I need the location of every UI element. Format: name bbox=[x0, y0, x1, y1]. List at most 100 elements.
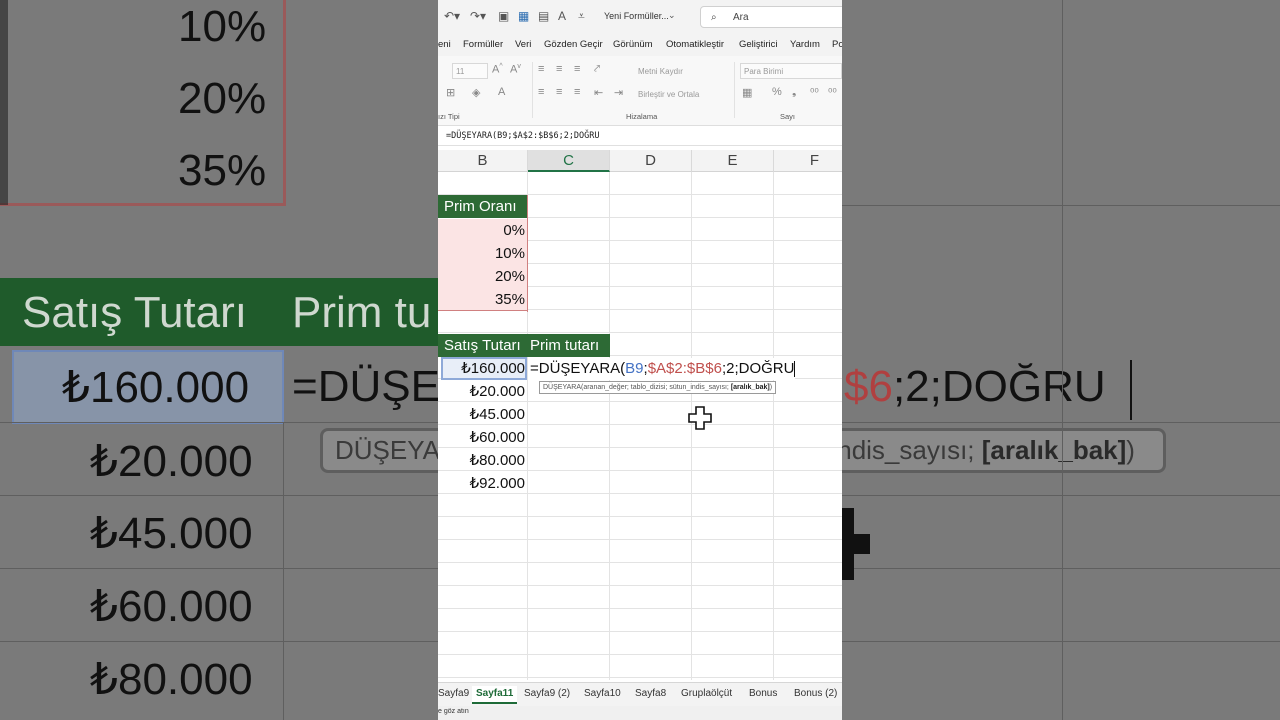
zoomed-background-left: 10% 20% 35% Satış Tutarı Prim tu ₺160.00… bbox=[0, 0, 438, 720]
tab-home[interactable]: eni bbox=[438, 39, 451, 50]
column-header-b[interactable]: B bbox=[438, 150, 528, 172]
align-middle-icon[interactable]: ≡ bbox=[556, 63, 562, 75]
workbook-title[interactable]: Yeni Formüller... bbox=[604, 11, 669, 21]
table-row[interactable]: ₺60.000 bbox=[438, 426, 528, 449]
number-format-value: Para Birimi bbox=[744, 67, 784, 76]
borders-icon[interactable]: ⊞ bbox=[446, 86, 455, 99]
tab-view[interactable]: Görünüm bbox=[613, 39, 653, 50]
column-header-c[interactable]: C bbox=[528, 150, 610, 172]
decrease-font-icon[interactable]: Av bbox=[510, 63, 521, 76]
tab-help[interactable]: Yardım bbox=[790, 39, 820, 50]
cell-cursor-icon bbox=[688, 406, 712, 430]
table-row[interactable]: ₺20.000 bbox=[438, 380, 528, 403]
bg-percent-3: 35% bbox=[178, 146, 267, 195]
column-header-e[interactable]: E bbox=[692, 150, 774, 172]
sheet-tab-bonus-2[interactable]: Bonus (2) bbox=[794, 688, 837, 699]
align-right-icon[interactable]: ≡ bbox=[574, 86, 580, 98]
customize-icon[interactable]: ⩡ bbox=[578, 9, 585, 24]
undo-icon[interactable]: ↶▾ bbox=[444, 9, 460, 23]
status-bar: e göz atın bbox=[438, 706, 842, 720]
increase-font-icon[interactable]: A^ bbox=[492, 63, 503, 76]
search-icon: ⌕ bbox=[711, 12, 717, 23]
outdent-icon[interactable]: ⇥ bbox=[614, 86, 623, 99]
table-row[interactable]: ₺160.000 bbox=[438, 357, 528, 380]
chevron-down-icon[interactable]: ⌄ bbox=[668, 10, 676, 21]
increase-decimal-icon[interactable]: ⁰⁰ bbox=[810, 86, 819, 99]
bg-value-1: ₺160.000 bbox=[62, 363, 250, 412]
sheet-tabs: Sayfa9 Sayfa11 Sayfa9 (2) Sayfa10 Sayfa8… bbox=[438, 682, 842, 706]
orientation-icon[interactable]: ⤤ bbox=[594, 63, 600, 76]
table-row[interactable]: ₺45.000 bbox=[438, 403, 528, 426]
bg-value-3: ₺45.000 bbox=[90, 509, 253, 558]
sheet-tab-sayfa8[interactable]: Sayfa8 bbox=[635, 688, 666, 699]
currency-icon[interactable]: ▦ bbox=[742, 86, 752, 99]
column-headers: B C D E F bbox=[438, 150, 842, 172]
font-size-value: 11 bbox=[456, 67, 465, 76]
group-font-label: ızı Tipi bbox=[438, 112, 460, 121]
sheet-tab-sayfa9[interactable]: Sayfa9 bbox=[438, 688, 469, 699]
camera-icon[interactable]: ▣ bbox=[498, 9, 509, 23]
sheet-tab-sayfa9-2[interactable]: Sayfa9 (2) bbox=[524, 688, 570, 699]
search-box[interactable]: ⌕ Ara bbox=[700, 6, 842, 28]
table-row[interactable]: 35% bbox=[438, 288, 528, 311]
merge-center-button[interactable]: Birleştir ve Ortala bbox=[638, 90, 699, 99]
formula-bar[interactable]: =DÜŞEYARA(B9;$A$2:$B$6;2;DOĞRU bbox=[438, 126, 842, 146]
percent-icon[interactable]: % bbox=[772, 86, 782, 98]
group-number-label: Sayı bbox=[780, 112, 796, 121]
comma-icon[interactable]: ❟ bbox=[792, 86, 796, 99]
function-tooltip[interactable]: DÜŞEYARA(aranan_değer; tablo_dizisi; süt… bbox=[539, 381, 777, 394]
font-color-ribbon-icon[interactable]: A bbox=[498, 86, 505, 98]
quick-access-toolbar: ↶▾ ↷▾ ▣ ▦ ▤ A ⩡ Yeni Formüller... ⌄ ⌕ Ar… bbox=[438, 0, 842, 34]
ref-range: $A$2:$B$6 bbox=[647, 360, 722, 377]
prim-orani-header[interactable]: Prim Oranı bbox=[438, 195, 528, 218]
sheet-tab-bonus[interactable]: Bonus bbox=[749, 688, 777, 699]
tab-review[interactable]: Gözden Geçir bbox=[544, 39, 603, 50]
align-bottom-icon[interactable]: ≡ bbox=[574, 63, 580, 75]
sheet-tab-sayfa11[interactable]: Sayfa11 bbox=[472, 686, 518, 704]
align-top-icon[interactable]: ≡ bbox=[538, 63, 544, 75]
group-alignment-label: Hizalama bbox=[626, 112, 658, 121]
decrease-decimal-icon[interactable]: ⁰⁰ bbox=[828, 86, 837, 99]
bg-percent-2: 20% bbox=[178, 74, 267, 123]
in-cell-formula-editor[interactable]: =DÜŞEYARA(B9;$A$2:$B$6;2;DOĞRU bbox=[528, 358, 796, 380]
tab-formulas[interactable]: Formüller bbox=[463, 39, 503, 50]
column-header-d[interactable]: D bbox=[610, 150, 692, 172]
ribbon-tabs: eni Formüller Veri Gözden Geçir Görünüm … bbox=[438, 34, 842, 56]
bg-tooltip-right: _indis_sayısı; [aralık_bak]) bbox=[842, 428, 1166, 473]
table-row[interactable]: ₺92.000 bbox=[438, 472, 528, 495]
align-center-icon[interactable]: ≡ bbox=[556, 86, 562, 98]
tab-power[interactable]: Po bbox=[832, 39, 842, 50]
bg-value-5: ₺80.000 bbox=[90, 655, 253, 704]
align-left-icon[interactable]: ≡ bbox=[538, 86, 544, 98]
status-text: e göz atın bbox=[438, 708, 469, 715]
form-icon[interactable]: ▤ bbox=[538, 9, 549, 23]
sheet-tab-gruplaolcut[interactable]: Gruplaölçüt bbox=[681, 688, 732, 699]
bg-value-4: ₺60.000 bbox=[90, 582, 253, 631]
prim-tutari-header[interactable]: Prim tutarı bbox=[528, 334, 610, 357]
sheet-tab-sayfa10[interactable]: Sayfa10 bbox=[584, 688, 621, 699]
search-placeholder: Ara bbox=[733, 12, 749, 23]
satis-tutari-header[interactable]: Satış Tutarı bbox=[438, 334, 528, 357]
excel-window: ↶▾ ↷▾ ▣ ▦ ▤ A ⩡ Yeni Formüller... ⌄ ⌕ Ar… bbox=[438, 0, 842, 720]
table-row[interactable]: 20% bbox=[438, 265, 528, 288]
wrap-text-button[interactable]: Metni Kaydır bbox=[638, 67, 683, 76]
table-row[interactable]: 0% bbox=[438, 219, 528, 242]
formula-text: =DÜŞEYARA(B9;$A$2:$B$6;2;DOĞRU bbox=[446, 131, 600, 141]
tab-automate[interactable]: Otomatikleştir bbox=[666, 39, 724, 50]
bg-tooltip: DÜŞEYAR bbox=[320, 428, 438, 473]
tab-data[interactable]: Veri bbox=[515, 39, 531, 50]
tab-developer[interactable]: Geliştirici bbox=[739, 39, 778, 50]
fill-color-icon[interactable]: ◈ bbox=[472, 86, 480, 99]
table-icon[interactable]: ▦ bbox=[518, 9, 529, 23]
video-frame: 10% 20% 35% Satış Tutarı Prim tu ₺160.00… bbox=[0, 0, 1280, 720]
bg-percent-1: 10% bbox=[178, 2, 267, 51]
zoomed-background-right: $6;2;DOĞRU _indis_sayısı; [aralık_bak]) bbox=[842, 0, 1280, 720]
bg-value-2: ₺20.000 bbox=[90, 437, 253, 486]
indent-icon[interactable]: ⇤ bbox=[594, 86, 603, 99]
table-row[interactable]: ₺80.000 bbox=[438, 449, 528, 472]
table-row[interactable]: 10% bbox=[438, 242, 528, 265]
font-color-icon[interactable]: A bbox=[558, 9, 566, 23]
redo-icon[interactable]: ↷▾ bbox=[470, 9, 486, 23]
bg-cursor-icon bbox=[842, 508, 870, 580]
column-header-f[interactable]: F bbox=[774, 150, 842, 172]
